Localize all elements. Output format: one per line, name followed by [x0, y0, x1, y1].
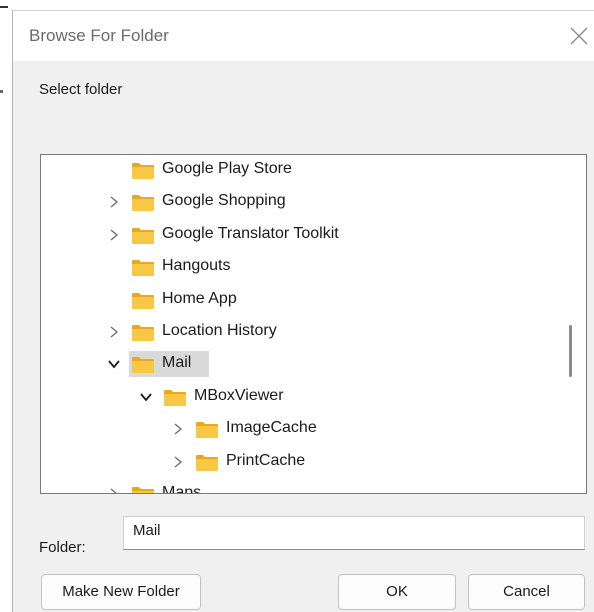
- tree-item-label: Google Translator Toolkit: [162, 224, 339, 242]
- tree-item[interactable]: PrintCache: [41, 447, 561, 477]
- tree-item-label: Location History: [162, 322, 277, 339]
- tree-item-label: Home App: [162, 289, 237, 307]
- close-button[interactable]: [561, 19, 594, 53]
- chevron-right-icon[interactable]: [107, 195, 121, 209]
- folder-input[interactable]: [123, 516, 585, 550]
- folder-icon: [132, 163, 154, 179]
- tree-item[interactable]: Home App: [41, 285, 561, 315]
- title-bar[interactable]: Browse For Folder: [13, 11, 594, 61]
- tree-item[interactable]: Google Play Store: [41, 155, 561, 185]
- select-folder-prompt: Select folder: [39, 81, 123, 98]
- tree-item[interactable]: Google Shopping: [41, 187, 561, 217]
- chevron-down-icon[interactable]: [139, 390, 153, 404]
- tree-item-label: MBoxViewer: [194, 386, 284, 404]
- close-icon: [570, 27, 588, 45]
- folder-field-label: Folder:: [39, 539, 86, 556]
- tree-item[interactable]: Maps: [41, 479, 561, 494]
- screenshot-stage: Browse For Folder Select folder Google P…: [0, 0, 594, 612]
- tree-item-label: Mail: [162, 354, 192, 372]
- chevron-right-icon[interactable]: [171, 422, 185, 436]
- tree-item[interactable]: ImageCache: [41, 414, 561, 444]
- tree-item[interactable]: Mail: [41, 349, 561, 379]
- tree-item[interactable]: MBoxViewer: [41, 382, 561, 412]
- chevron-down-icon[interactable]: [107, 357, 121, 371]
- tree-item[interactable]: Hangouts: [41, 252, 561, 282]
- tree-item-label: Google Shopping: [162, 192, 286, 210]
- tree-item-label: Hangouts: [162, 257, 231, 275]
- tree-item-label: Google Play Store: [162, 160, 292, 177]
- dialog-title: Browse For Folder: [29, 26, 169, 45]
- ok-button[interactable]: OK: [338, 574, 456, 610]
- background-window-edge: [0, 6, 8, 8]
- tree-item-label: ImageCache: [226, 419, 317, 437]
- cancel-button[interactable]: Cancel: [468, 574, 585, 610]
- folder-icon: [132, 260, 154, 277]
- folder-icon: [196, 422, 218, 439]
- tree-item[interactable]: Google Translator Toolkit: [41, 220, 561, 250]
- browse-for-folder-dialog: Browse For Folder Select folder Google P…: [12, 10, 594, 612]
- folder-tree[interactable]: Google Play Store Google Shopping Google T…: [40, 154, 587, 494]
- tree-item[interactable]: Location History: [41, 317, 561, 347]
- chevron-right-icon[interactable]: [107, 487, 121, 494]
- folder-icon: [132, 227, 154, 244]
- folder-icon: [196, 454, 218, 471]
- make-new-folder-button[interactable]: Make New Folder: [41, 574, 201, 610]
- folder-icon: [132, 292, 154, 309]
- folder-icon: [132, 487, 154, 493]
- tree-item-label: PrintCache: [226, 451, 306, 469]
- background-window-mark: [0, 90, 3, 93]
- tree-item-label: Maps: [162, 484, 202, 494]
- folder-icon: [164, 389, 186, 406]
- chevron-right-icon[interactable]: [171, 455, 185, 469]
- chevron-right-icon[interactable]: [107, 228, 121, 242]
- folder-icon: [132, 195, 154, 212]
- tree-scrollbar-thumb[interactable]: [569, 325, 572, 377]
- folder-icon: [132, 325, 154, 341]
- folder-icon: [132, 357, 154, 374]
- chevron-right-icon[interactable]: [107, 325, 121, 339]
